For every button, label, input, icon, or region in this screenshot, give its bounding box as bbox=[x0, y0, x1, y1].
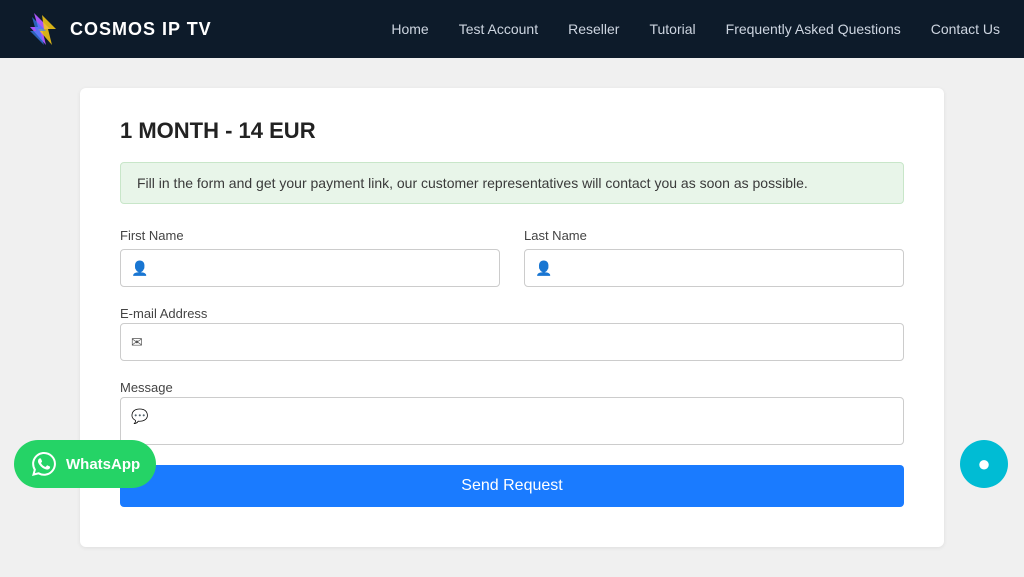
nav-home[interactable]: Home bbox=[391, 21, 428, 37]
nav-reseller[interactable]: Reseller bbox=[568, 21, 619, 37]
logo: COSMOS IP TV bbox=[24, 11, 212, 47]
page-content: 1 MONTH - 14 EUR Fill in the form and ge… bbox=[0, 58, 1024, 577]
logo-icon bbox=[24, 11, 60, 47]
nav-contact[interactable]: Contact Us bbox=[931, 21, 1000, 37]
email-input-wrapper: ✉ bbox=[120, 323, 904, 361]
navbar: COSMOS IP TV Home Test Account Reseller … bbox=[0, 0, 1024, 58]
last-name-group: Last Name 👤 bbox=[524, 228, 904, 287]
email-group: E-mail Address ✉ bbox=[120, 305, 904, 361]
message-label: Message bbox=[120, 380, 173, 395]
first-name-input-wrapper: 👤 bbox=[120, 249, 500, 287]
message-input[interactable] bbox=[156, 408, 893, 440]
info-message: Fill in the form and get your payment li… bbox=[120, 162, 904, 204]
last-name-input-wrapper: 👤 bbox=[524, 249, 904, 287]
whatsapp-svg bbox=[32, 452, 56, 476]
order-card: 1 MONTH - 14 EUR Fill in the form and ge… bbox=[80, 88, 944, 547]
first-name-input[interactable] bbox=[156, 260, 489, 276]
card-title: 1 MONTH - 14 EUR bbox=[120, 118, 904, 144]
name-row: First Name 👤 Last Name 👤 bbox=[120, 228, 904, 287]
message-input-wrapper: 💬 bbox=[120, 397, 904, 445]
whatsapp-icon bbox=[30, 450, 58, 478]
message-icon: 💬 bbox=[131, 408, 148, 425]
email-input[interactable] bbox=[151, 334, 893, 350]
last-name-icon: 👤 bbox=[535, 260, 552, 277]
send-request-button[interactable]: Send Request bbox=[120, 465, 904, 507]
message-group: Message 💬 bbox=[120, 379, 904, 445]
last-name-input[interactable] bbox=[560, 260, 893, 276]
first-name-group: First Name 👤 bbox=[120, 228, 500, 287]
logo-text: COSMOS IP TV bbox=[70, 19, 212, 40]
nav-tutorial[interactable]: Tutorial bbox=[649, 21, 695, 37]
first-name-label: First Name bbox=[120, 228, 500, 243]
whatsapp-button[interactable]: WhatsApp bbox=[14, 440, 156, 488]
email-icon: ✉ bbox=[131, 334, 143, 351]
chat-bubble-icon: ● bbox=[977, 451, 990, 477]
whatsapp-label: WhatsApp bbox=[66, 456, 140, 473]
nav-faq[interactable]: Frequently Asked Questions bbox=[726, 21, 901, 37]
first-name-icon: 👤 bbox=[131, 260, 148, 277]
last-name-label: Last Name bbox=[524, 228, 904, 243]
email-label: E-mail Address bbox=[120, 306, 207, 321]
nav-links: Home Test Account Reseller Tutorial Freq… bbox=[391, 21, 1000, 37]
chat-bubble-button[interactable]: ● bbox=[960, 440, 1008, 488]
nav-test-account[interactable]: Test Account bbox=[459, 21, 538, 37]
